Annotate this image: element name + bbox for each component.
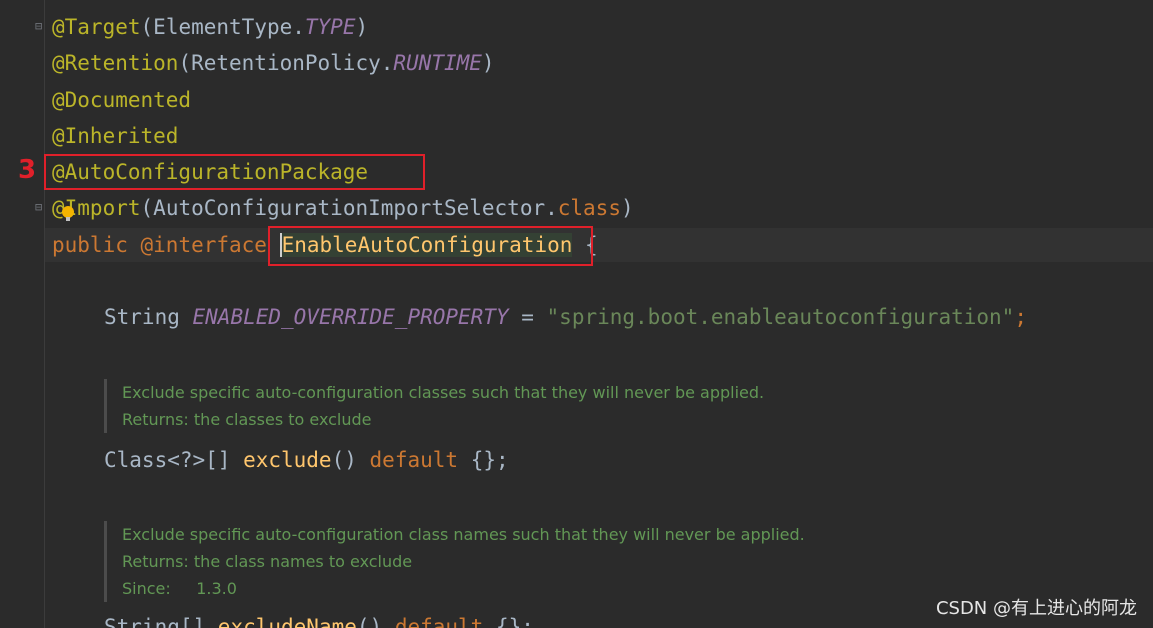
semicolon: ; <box>1014 305 1027 329</box>
lightbulb-icon[interactable] <box>62 206 74 221</box>
highlight-box-auto-configuration-package <box>44 154 425 190</box>
doc-line: Exclude specific auto-configuration clas… <box>122 383 765 402</box>
paren: ( <box>140 15 154 39</box>
gutter-divider <box>44 0 45 628</box>
code-line-inherited[interactable]: @Inherited <box>52 120 178 152</box>
javadoc-exclude: Exclude specific auto-configuration clas… <box>104 379 1064 433</box>
keyword: default <box>394 615 484 628</box>
code-line-import[interactable]: @Import(AutoConfigurationImportSelector.… <box>52 192 634 224</box>
paren: () <box>331 448 370 472</box>
javadoc-exclude-name: Exclude specific auto-configuration clas… <box>104 521 1064 602</box>
method-name: exclude <box>243 448 332 472</box>
keyword: class <box>557 196 621 220</box>
highlight-box-interface-name <box>268 226 593 266</box>
string-literal: "spring.boot.enableautoconfiguration" <box>546 305 1015 329</box>
keyword: public <box>52 233 141 257</box>
annotation: @Target <box>52 15 141 39</box>
type: Class<?>[] <box>104 448 244 472</box>
gutter[interactable] <box>0 0 44 628</box>
class-ref: ElementType. <box>153 15 305 39</box>
operator: = <box>508 305 547 329</box>
paren: ) <box>481 51 495 75</box>
code-line-retention[interactable]: @Retention(RetentionPolicy.RUNTIME) <box>52 47 495 79</box>
watermark: CSDN @有上进心的阿龙 <box>935 598 1137 619</box>
code-line-exclude[interactable]: Class<?>[] exclude() default {}; <box>104 444 509 476</box>
type: String[] <box>104 615 218 628</box>
class-ref: RetentionPolicy. <box>191 51 394 75</box>
code-line-exclude-name[interactable]: String[] excludeName() default {}; <box>104 611 534 628</box>
annotation: @Documented <box>52 88 192 112</box>
doc-line: Returns: the classes to exclude <box>122 410 372 429</box>
constant-name: ENABLED_OVERRIDE_PROPERTY <box>192 305 509 329</box>
annotation: @Retention <box>52 51 179 75</box>
paren: ) <box>355 15 369 39</box>
paren: () <box>356 615 395 628</box>
code-editor[interactable]: ⊟ ⊟ @Target(ElementType.TYPE) @Retention… <box>0 0 1153 628</box>
doc-line: Returns: the class names to exclude <box>122 552 413 571</box>
doc-line: Exclude specific auto-configuration clas… <box>122 525 805 544</box>
code-line-target[interactable]: @Target(ElementType.TYPE) <box>52 11 368 43</box>
default-value: {}; <box>483 615 534 628</box>
code-line-documented[interactable]: @Documented <box>52 84 191 116</box>
fold-icon[interactable]: ⊟ <box>35 201 45 213</box>
keyword: @interface <box>140 233 280 257</box>
paren: ) <box>620 196 634 220</box>
enum-value: RUNTIME <box>393 51 482 75</box>
keyword: default <box>369 448 459 472</box>
enum-value: TYPE <box>304 15 356 39</box>
default-value: {}; <box>458 448 509 472</box>
annotation-marker: 3 <box>18 155 37 185</box>
code-line-constant[interactable]: String ENABLED_OVERRIDE_PROPERTY = "spri… <box>104 301 1027 333</box>
doc-line: Since: 1.3.0 <box>122 579 237 598</box>
class-ref: AutoConfigurationImportSelector. <box>153 196 558 220</box>
annotation: @Inherited <box>52 124 179 148</box>
type: String <box>104 305 193 329</box>
method-name: excludeName <box>217 615 357 628</box>
paren: ( <box>140 196 154 220</box>
paren: ( <box>178 51 192 75</box>
fold-icon[interactable]: ⊟ <box>35 20 45 32</box>
